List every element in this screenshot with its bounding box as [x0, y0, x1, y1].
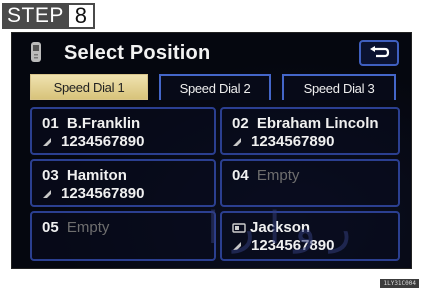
page-title: Select Position — [64, 42, 211, 64]
step-number: 8 — [68, 3, 95, 29]
step-label: STEP 8 — [2, 3, 95, 29]
contact-card-icon — [232, 222, 246, 233]
speed-dial-entry-06[interactable]: Jackson 1234567890 — [220, 211, 400, 261]
speed-dial-entry-05[interactable]: 05 Empty — [30, 211, 216, 261]
entry-phone: 1234567890 — [61, 185, 145, 202]
speed-dial-entry-04[interactable]: 04 Empty — [220, 159, 400, 207]
entry-name: B.Franklin — [66, 115, 141, 132]
speed-dial-entry-02[interactable]: 02 Ebraham Lincoln 1234567890 — [220, 107, 400, 155]
tab-speed-dial-3[interactable]: Speed Dial 3 — [282, 74, 396, 100]
entry-phone: 1234567890 — [251, 237, 335, 254]
phone-number-icon — [233, 137, 241, 146]
entry-name: Ebraham Lincoln — [256, 115, 379, 132]
screen-header: Select Position — [12, 33, 411, 71]
phone-number-icon — [233, 241, 241, 250]
phone-number-icon — [43, 137, 51, 146]
entry-number: 04 — [232, 167, 249, 184]
entry-number: 05 — [42, 219, 59, 236]
entry-number: 03 — [42, 167, 59, 184]
entry-name: Hamiton — [66, 167, 127, 184]
phone-number-icon — [43, 189, 51, 198]
entry-number: 02 — [232, 115, 249, 132]
step-word: STEP — [2, 3, 69, 29]
tab-speed-dial-2[interactable]: Speed Dial 2 — [159, 74, 271, 100]
nav-screen: Select Position Speed Dial 1 Speed Dial … — [11, 32, 412, 269]
back-button[interactable] — [359, 40, 399, 66]
phone-icon — [31, 42, 41, 62]
entry-empty-label: Empty — [66, 219, 110, 236]
speed-dial-grid: 01 B.Franklin 1234567890 02 Ebraham Linc… — [12, 107, 411, 267]
speed-dial-entry-01[interactable]: 01 B.Franklin 1234567890 — [30, 107, 216, 155]
tab-speed-dial-1[interactable]: Speed Dial 1 — [30, 74, 148, 100]
figure-code: 1LY31C004 — [380, 279, 419, 288]
entry-empty-label: Empty — [256, 167, 300, 184]
speed-dial-entry-03[interactable]: 03 Hamiton 1234567890 — [30, 159, 216, 207]
entry-name: Jackson — [250, 219, 311, 236]
return-arrow-icon — [370, 46, 390, 58]
entry-phone: 1234567890 — [61, 133, 145, 150]
entry-number: 01 — [42, 115, 59, 132]
entry-phone: 1234567890 — [251, 133, 335, 150]
speed-dial-tabs: Speed Dial 1 Speed Dial 2 Speed Dial 3 — [30, 74, 400, 100]
